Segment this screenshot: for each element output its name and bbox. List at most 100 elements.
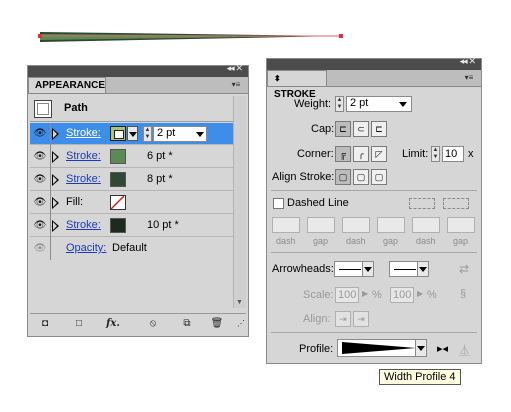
align-inside-button[interactable]: ▢ [353, 169, 369, 185]
anchor-start[interactable] [38, 34, 42, 38]
trash-icon[interactable]: 🗑 [210, 317, 224, 331]
swatch-dropdown[interactable] [127, 126, 138, 141]
scrollbar[interactable]: ▼ [233, 96, 246, 308]
eye-icon[interactable]: 👁 [32, 218, 48, 234]
expand-triangle-icon[interactable] [52, 220, 59, 232]
percent-label: % [372, 289, 382, 301]
panel-menu-icon[interactable]: ▾≡ [463, 73, 475, 83]
round-cap-button[interactable]: ⊂ [353, 121, 369, 137]
projecting-cap-button[interactable]: ⊏ [371, 121, 387, 137]
appearance-row-stroke-4[interactable]: 👁 Stroke: 10 pt * [30, 215, 234, 237]
stroke-value: 10 pt * [147, 219, 179, 231]
weight-value: 2 pt [350, 97, 369, 109]
appearance-row-fill[interactable]: 👁 Fill: [30, 192, 234, 214]
flip-across-icon[interactable]: ⏅ [459, 342, 470, 358]
gap-input-1[interactable] [307, 217, 335, 233]
panel-titlebar[interactable]: ◂◂ ✕ [28, 64, 248, 77]
eye-icon[interactable]: 👁 [32, 149, 48, 165]
separator [271, 252, 477, 253]
stroke-value: 6 pt * [147, 150, 173, 162]
start-scale-input[interactable]: 100 [335, 287, 359, 303]
tab-appearance[interactable]: APPEARANCE [28, 77, 106, 93]
gap-input-2[interactable] [377, 217, 405, 233]
weight-dropdown[interactable]: 2 pt [153, 126, 207, 142]
panel-titlebar[interactable]: ◂◂ ✕ [267, 57, 481, 70]
tab-stroke[interactable]: ⬍ STROKE [267, 70, 327, 100]
stroke-link[interactable]: Stroke: [66, 150, 101, 162]
start-arrowhead-dropdown[interactable] [334, 261, 374, 277]
dash-align-icon[interactable] [443, 198, 469, 209]
header-row: Path [30, 98, 234, 122]
arrow-extend-button[interactable]: ⇥ [335, 311, 351, 327]
stroke-swatch[interactable] [110, 218, 126, 233]
gap-label: gap [453, 236, 469, 246]
stroke-link[interactable]: Stroke: [66, 127, 101, 139]
limit-spinner[interactable]: ▲ ▼ [431, 146, 440, 162]
swap-arrowheads-icon[interactable]: ⇄ [459, 262, 469, 276]
butt-cap-button[interactable]: ⊏ [335, 121, 351, 137]
weight-label: Weight: [294, 98, 332, 110]
end-arrowhead-dropdown[interactable] [389, 261, 429, 277]
miter-join-button[interactable]: ╔ [335, 146, 351, 162]
expand-triangle-icon[interactable] [52, 151, 59, 163]
eye-icon[interactable]: 👁 [32, 126, 48, 142]
eye-icon[interactable]: 👁 [32, 172, 48, 188]
limit-suffix: x [468, 148, 474, 160]
appearance-row-opacity[interactable]: 👁 Opacity: Default [30, 238, 234, 260]
limit-input[interactable]: 10 [442, 146, 464, 162]
expand-triangle-icon[interactable] [52, 174, 59, 186]
start-scale-arrow-icon[interactable]: ▶ [362, 289, 368, 298]
stroke-swatch[interactable] [110, 149, 126, 164]
dash-input-3[interactable] [412, 217, 440, 233]
collapse-icon[interactable]: ◂◂ ✕ [460, 57, 476, 67]
bevel-join-button[interactable]: ◸ [371, 146, 387, 162]
dash-label: dash [276, 236, 296, 246]
stroke-link[interactable]: Stroke: [66, 173, 101, 185]
eye-icon[interactable]: 👁 [32, 241, 48, 257]
weight-dropdown[interactable]: 2 pt [346, 96, 412, 112]
opacity-value: Default [112, 242, 147, 254]
duplicate-icon[interactable]: ⧉ [180, 317, 194, 331]
dash-preserve-icon[interactable] [409, 198, 435, 209]
appearance-row-stroke-1[interactable]: 👁 Stroke: ▲ ▼ 2 pt [30, 123, 234, 145]
profile-dropdown[interactable] [337, 339, 427, 357]
weight-spinner[interactable]: ▲ ▼ [335, 96, 344, 112]
separator [271, 332, 477, 333]
width-profile-preview [342, 342, 416, 354]
dash-input-1[interactable] [272, 217, 300, 233]
stroke-swatch[interactable] [110, 126, 126, 141]
new-art-icon[interactable]: ◘ [38, 317, 52, 331]
link-scale-icon[interactable]: § [460, 288, 466, 300]
stroke-swatch[interactable] [110, 172, 126, 187]
end-scale-input[interactable]: 100 [390, 287, 414, 303]
fill-none-swatch[interactable] [110, 195, 126, 210]
resize-grip-icon[interactable]: ⋰ [234, 317, 248, 331]
weight-spinner[interactable]: ▲ ▼ [143, 126, 152, 142]
stroke-value: 8 pt * [147, 173, 173, 185]
expand-triangle-icon[interactable] [52, 197, 59, 209]
align-outside-button[interactable]: ▢ [371, 169, 387, 185]
appearance-row-stroke-2[interactable]: 👁 Stroke: 6 pt * [30, 146, 234, 168]
appearance-row-stroke-3[interactable]: 👁 Stroke: 8 pt * [30, 169, 234, 191]
flip-along-icon[interactable]: ▸◂ [437, 342, 448, 355]
dash-input-2[interactable] [342, 217, 370, 233]
anchor-end[interactable] [339, 34, 343, 38]
gap-input-3[interactable] [447, 217, 475, 233]
arrow-inside-button[interactable]: ⇥ [353, 311, 369, 327]
align-center-button[interactable]: ▢ [335, 169, 351, 185]
dashed-line-label: Dashed Line [287, 197, 349, 209]
eye-icon[interactable]: 👁 [32, 195, 48, 211]
stroke-link[interactable]: Stroke: [66, 219, 101, 231]
dashed-line-checkbox[interactable] [273, 198, 284, 209]
fx-icon[interactable]: fx. [106, 317, 120, 331]
path-label: Path [64, 102, 88, 114]
end-scale-arrow-icon[interactable]: ▶ [417, 289, 423, 298]
round-join-button[interactable]: ╭ [353, 146, 369, 162]
expand-triangle-icon[interactable] [52, 128, 59, 140]
panel-menu-icon[interactable]: ▾≡ [230, 80, 242, 90]
no-icon[interactable]: ⦸ [146, 317, 160, 331]
clear-appearance-icon[interactable]: □ [72, 317, 86, 331]
collapse-icon[interactable]: ◂◂ ✕ [227, 64, 243, 74]
cap-label: Cap: [311, 123, 335, 135]
opacity-link[interactable]: Opacity: [66, 242, 106, 254]
